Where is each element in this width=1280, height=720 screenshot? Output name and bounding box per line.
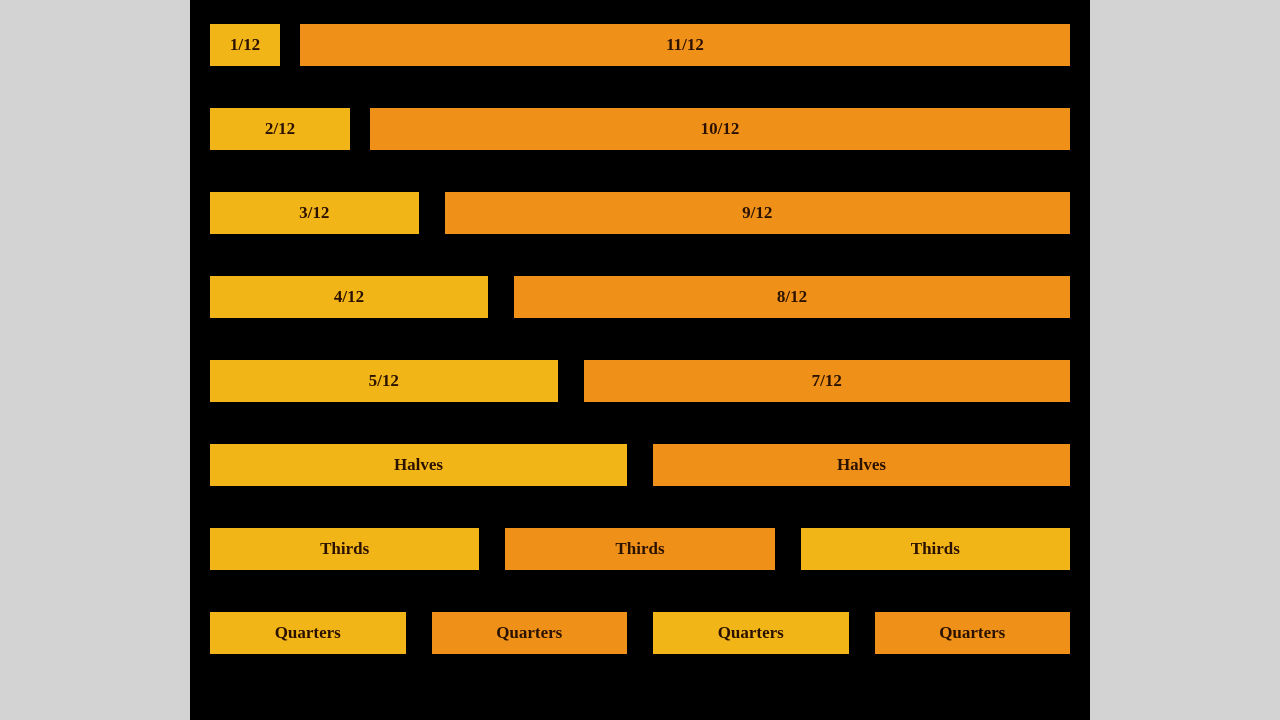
fraction-row: Halves Halves xyxy=(210,444,1070,486)
fraction-bar: 7/12 xyxy=(584,360,1071,402)
fraction-row: 2/12 10/12 xyxy=(210,108,1070,150)
fraction-bar: Thirds xyxy=(505,528,774,570)
fraction-diagram-stage: 1/12 11/12 2/12 10/12 3/12 9/12 4/12 8/12 5/12 7/… xyxy=(190,0,1090,720)
fraction-row: 3/12 9/12 xyxy=(210,192,1070,234)
fraction-row: 5/12 7/12 xyxy=(210,360,1070,402)
fraction-bar: 1/12 xyxy=(210,24,280,66)
fraction-bar: 10/12 xyxy=(370,108,1070,150)
fraction-bar: Thirds xyxy=(801,528,1070,570)
fraction-row: Quarters Quarters Quarters Quarters xyxy=(210,612,1070,654)
fraction-bar: Quarters xyxy=(210,612,406,654)
fraction-bar: Halves xyxy=(210,444,627,486)
fraction-bar: 3/12 xyxy=(210,192,419,234)
fraction-bar: 11/12 xyxy=(300,24,1070,66)
fraction-bar: Quarters xyxy=(432,612,628,654)
fraction-bar: 9/12 xyxy=(445,192,1071,234)
fraction-bar: Thirds xyxy=(210,528,479,570)
fraction-bar: Quarters xyxy=(875,612,1071,654)
fraction-row: 4/12 8/12 xyxy=(210,276,1070,318)
fraction-bar: Quarters xyxy=(653,612,849,654)
fraction-bar: 8/12 xyxy=(514,276,1070,318)
fraction-bar: 4/12 xyxy=(210,276,488,318)
fraction-bar: 5/12 xyxy=(210,360,558,402)
fraction-bar: Halves xyxy=(653,444,1070,486)
fraction-bar: 2/12 xyxy=(210,108,350,150)
fraction-row: Thirds Thirds Thirds xyxy=(210,528,1070,570)
fraction-row: 1/12 11/12 xyxy=(210,24,1070,66)
